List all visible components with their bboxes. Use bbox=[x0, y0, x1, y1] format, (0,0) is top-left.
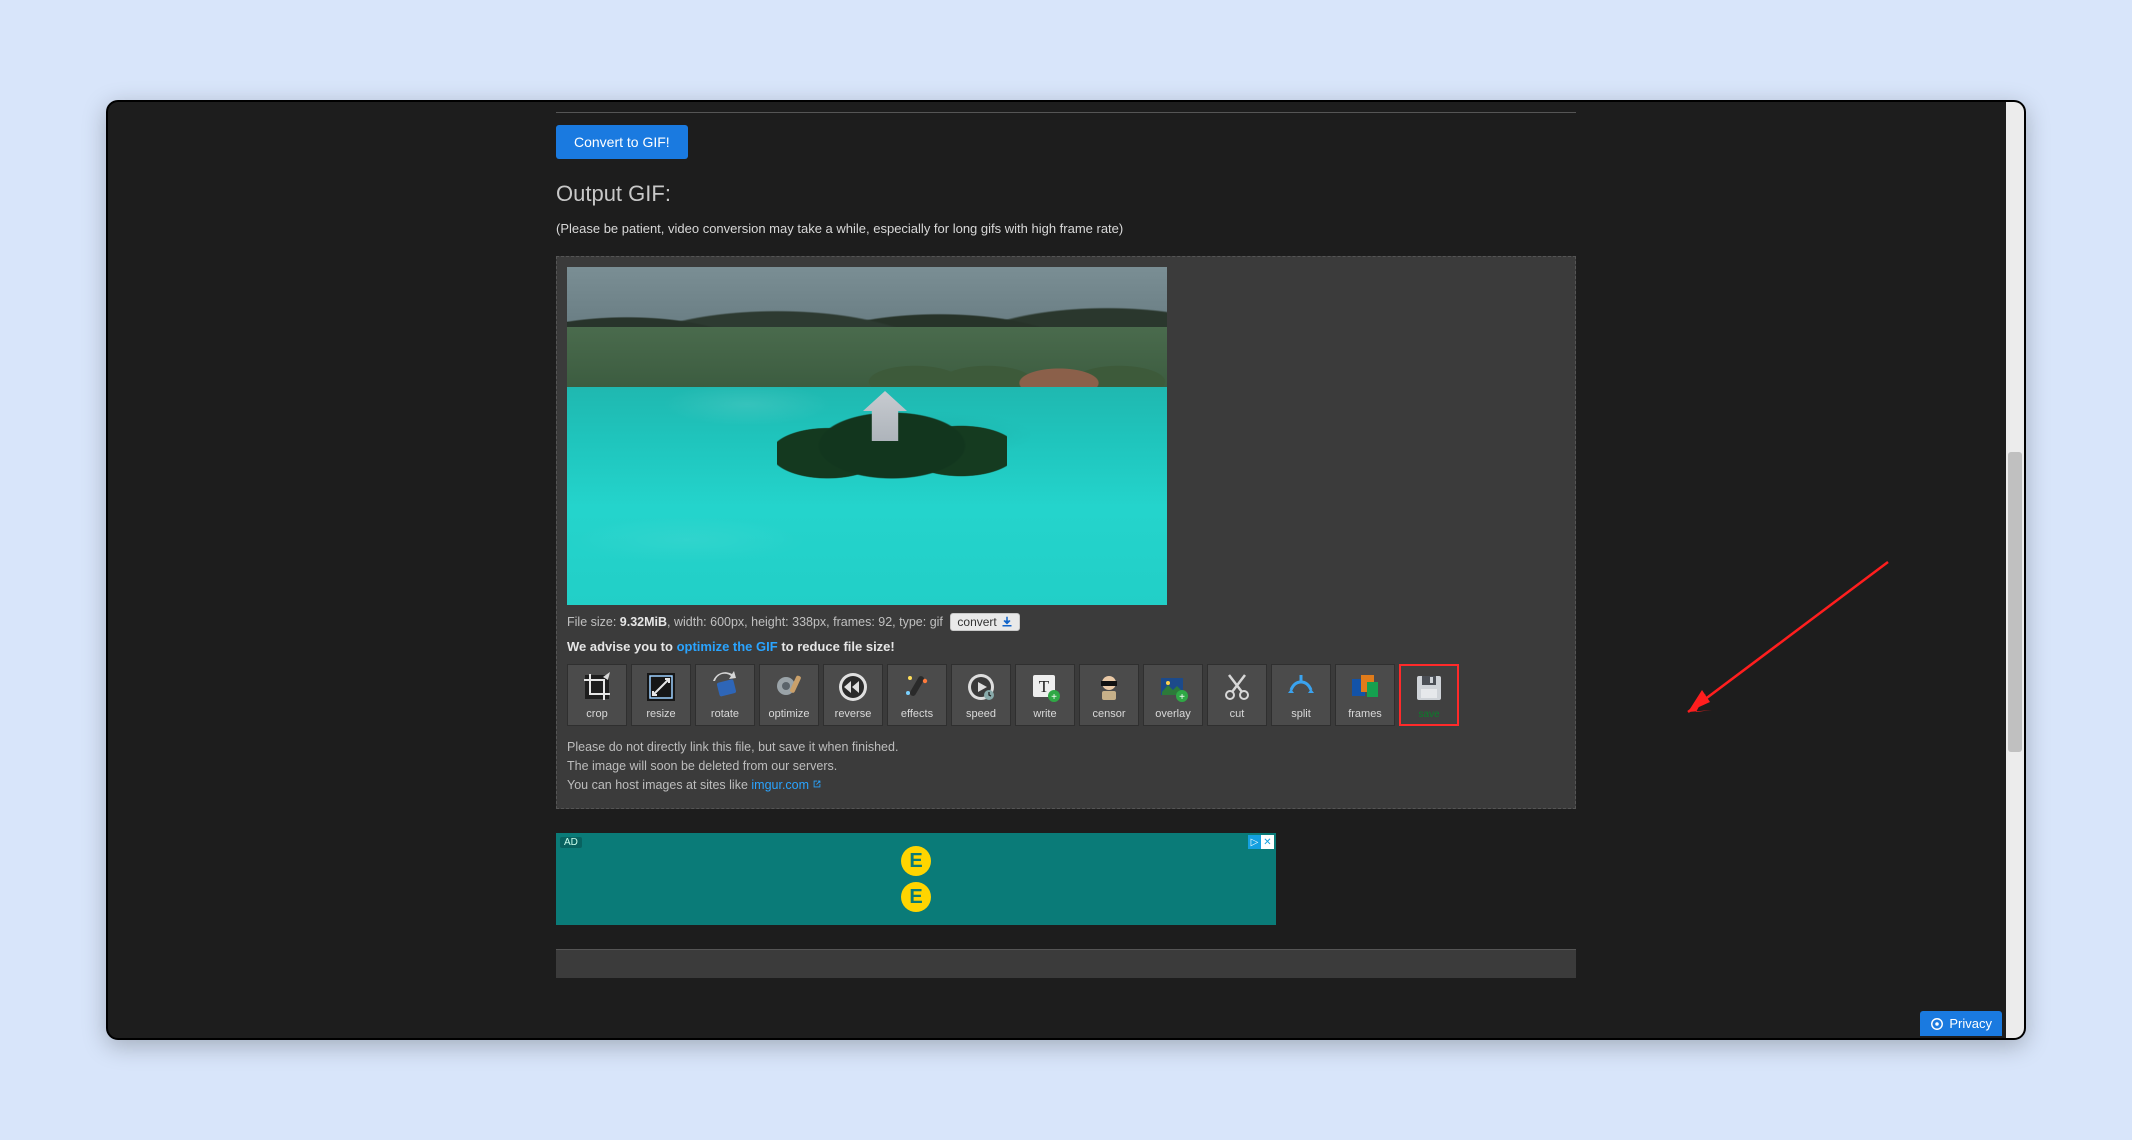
ad-marker: AD bbox=[560, 837, 582, 848]
tool-frames-label: frames bbox=[1348, 708, 1382, 720]
convert-to-gif-button[interactable]: Convert to GIF! bbox=[556, 125, 688, 159]
split-icon bbox=[1284, 670, 1318, 704]
note-line-1: Please do not directly link this file, b… bbox=[567, 738, 1565, 757]
gear-icon bbox=[1930, 1017, 1944, 1031]
convert-type-chip[interactable]: convert bbox=[950, 613, 1019, 631]
tool-crop-label: crop bbox=[586, 708, 607, 720]
tool-write[interactable]: T+ write bbox=[1015, 664, 1075, 726]
tool-frames[interactable]: frames bbox=[1335, 664, 1395, 726]
annotation-arrow bbox=[1668, 552, 1898, 722]
tool-write-label: write bbox=[1033, 708, 1056, 720]
toolbar: crop resize rotate bbox=[567, 664, 1565, 726]
ad-logo: E E bbox=[901, 846, 931, 912]
section-below bbox=[556, 950, 1576, 978]
close-icon: ✕ bbox=[1261, 835, 1274, 849]
note-line-2: The image will soon be deleted from our … bbox=[567, 757, 1565, 776]
file-meta: File size: 9.32MiB, width: 600px, height… bbox=[567, 613, 1565, 631]
ad-logo-letter-1: E bbox=[901, 846, 931, 876]
note-line-3-pre: You can host images at sites like bbox=[567, 778, 751, 792]
svg-text:+: + bbox=[1179, 692, 1185, 703]
speed-icon bbox=[964, 670, 998, 704]
rotate-icon bbox=[708, 670, 742, 704]
ad-close[interactable]: ▷✕ bbox=[1248, 835, 1274, 849]
note-line-3: You can host images at sites like imgur.… bbox=[567, 776, 1565, 795]
tool-rotate[interactable]: rotate bbox=[695, 664, 755, 726]
tool-save-label: save bbox=[1418, 709, 1439, 720]
divider bbox=[556, 112, 1576, 113]
ad-logo-letter-2: E bbox=[901, 882, 931, 912]
file-size-value: 9.32MiB bbox=[620, 615, 667, 629]
tool-effects-label: effects bbox=[901, 708, 933, 720]
tool-rotate-label: rotate bbox=[711, 708, 739, 720]
gif-preview bbox=[567, 267, 1167, 605]
optimize-gif-link[interactable]: optimize the GIF bbox=[677, 639, 778, 654]
resize-icon bbox=[644, 670, 678, 704]
privacy-button[interactable]: Privacy bbox=[1920, 1011, 2002, 1036]
scrollbar-track[interactable] bbox=[2006, 102, 2024, 1038]
external-link-icon bbox=[812, 779, 822, 789]
censor-icon bbox=[1092, 670, 1126, 704]
save-icon bbox=[1412, 671, 1446, 705]
advise-pre: We advise you to bbox=[567, 639, 677, 654]
output-heading: Output GIF: bbox=[556, 181, 1576, 207]
tool-censor-label: censor bbox=[1092, 708, 1125, 720]
file-size-label: File size: bbox=[567, 615, 620, 629]
tool-optimize-label: optimize bbox=[769, 708, 810, 720]
tool-speed-label: speed bbox=[966, 708, 996, 720]
overlay-icon: + bbox=[1156, 670, 1190, 704]
output-panel: File size: 9.32MiB, width: 600px, height… bbox=[556, 256, 1576, 809]
svg-text:+: + bbox=[1051, 692, 1057, 703]
scrollbar-thumb[interactable] bbox=[2008, 452, 2022, 752]
optimize-advice: We advise you to optimize the GIF to red… bbox=[567, 639, 1565, 654]
svg-text:T: T bbox=[1039, 677, 1050, 696]
tool-effects[interactable]: effects bbox=[887, 664, 947, 726]
tool-resize[interactable]: resize bbox=[631, 664, 691, 726]
ad-banner[interactable]: AD ▷✕ E E bbox=[556, 833, 1276, 925]
optimize-icon bbox=[772, 670, 806, 704]
app-window: Convert to GIF! Output GIF: (Please be p… bbox=[106, 100, 2026, 1040]
imgur-link[interactable]: imgur.com bbox=[751, 778, 809, 792]
write-icon: T+ bbox=[1028, 670, 1062, 704]
tool-reverse-label: reverse bbox=[835, 708, 872, 720]
advise-post: to reduce file size! bbox=[778, 639, 895, 654]
tool-censor[interactable]: censor bbox=[1079, 664, 1139, 726]
tool-save[interactable]: save bbox=[1399, 664, 1459, 726]
adchoices-icon: ▷ bbox=[1248, 835, 1261, 849]
patience-note: (Please be patient, video conversion may… bbox=[556, 221, 1576, 236]
effects-icon bbox=[900, 670, 934, 704]
tool-speed[interactable]: speed bbox=[951, 664, 1011, 726]
privacy-label: Privacy bbox=[1949, 1016, 1992, 1031]
tool-split-label: split bbox=[1291, 708, 1311, 720]
notes: Please do not directly link this file, b… bbox=[567, 738, 1565, 794]
tool-resize-label: resize bbox=[646, 708, 675, 720]
convert-chip-label: convert bbox=[957, 615, 996, 629]
cut-icon bbox=[1220, 670, 1254, 704]
tool-cut[interactable]: cut bbox=[1207, 664, 1267, 726]
reverse-icon bbox=[836, 670, 870, 704]
page-content: Convert to GIF! Output GIF: (Please be p… bbox=[556, 112, 1576, 978]
crop-icon bbox=[580, 670, 614, 704]
tool-cut-label: cut bbox=[1230, 708, 1245, 720]
file-meta-rest: , width: 600px, height: 338px, frames: 9… bbox=[667, 615, 943, 629]
frames-icon bbox=[1348, 670, 1382, 704]
tool-overlay-label: overlay bbox=[1155, 708, 1190, 720]
download-icon bbox=[1001, 616, 1013, 628]
tool-reverse[interactable]: reverse bbox=[823, 664, 883, 726]
tool-crop[interactable]: crop bbox=[567, 664, 627, 726]
tool-optimize[interactable]: optimize bbox=[759, 664, 819, 726]
tool-overlay[interactable]: + overlay bbox=[1143, 664, 1203, 726]
tool-split[interactable]: split bbox=[1271, 664, 1331, 726]
